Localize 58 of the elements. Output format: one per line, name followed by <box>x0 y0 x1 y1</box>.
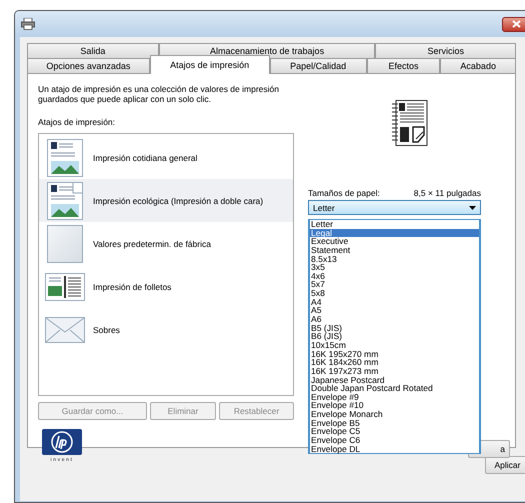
apply-button[interactable]: Aplicar <box>485 456 525 474</box>
dropdown-option[interactable]: Statement <box>310 246 479 255</box>
dropdown-option[interactable]: Double Japan Postcard Rotated <box>310 384 479 393</box>
dropdown-option[interactable]: B6 (JIS) <box>310 332 479 341</box>
tab[interactable]: Atajos de impresión <box>150 55 270 74</box>
dropdown-option[interactable]: 3x5 <box>310 263 479 272</box>
dropdown-option[interactable]: 5x7 <box>310 280 479 290</box>
dropdown-option[interactable]: 5x8 <box>310 289 479 298</box>
dropdown-option[interactable]: A4 <box>310 298 479 306</box>
dropdown-option[interactable]: Envelope #9 <box>310 392 479 402</box>
dropdown-option[interactable]: 16K 195x270 mm <box>310 350 479 358</box>
paper-size-dropdown[interactable]: Letter <box>308 200 481 215</box>
dropdown-option[interactable]: 16K 184x260 mm <box>310 358 479 367</box>
shortcut-item[interactable]: Impresión ecológica (Impresión a doble cara) <box>39 179 293 222</box>
dropdown-option[interactable]: Executive <box>310 237 479 246</box>
dropdown-option[interactable]: 10x15cm <box>310 340 479 350</box>
blank-page-icon <box>45 224 85 262</box>
dropdown-option[interactable]: Envelope #10 <box>310 401 479 410</box>
shortcut-item[interactable]: Valores predetermin. de fábrica <box>39 222 293 265</box>
dropdown-option[interactable]: Envelope Monarch <box>310 410 479 419</box>
dropdown-option[interactable]: A5 <box>310 306 479 316</box>
shortcut-item[interactable]: Sobres <box>39 308 293 351</box>
close-button[interactable] <box>502 16 525 32</box>
dropdown-option[interactable]: Envelope C5 <box>310 427 479 436</box>
dropdown-option[interactable]: Envelope B5 <box>310 418 479 428</box>
shortcut-label: Impresión cotidiana general <box>93 152 198 162</box>
paper-size-label: Tamaños de papel: <box>308 188 380 198</box>
shortcut-item[interactable]: Impresión de folletos <box>39 265 293 308</box>
tab[interactable]: Servicios <box>375 43 516 58</box>
dropdown-option[interactable]: Japanese Postcard <box>310 376 479 384</box>
shortcut-item[interactable]: Impresión cotidiana general <box>39 136 293 179</box>
tab[interactable]: Papel/Calidad <box>270 58 367 73</box>
dropdown-option[interactable]: B5 (JIS) <box>310 324 479 332</box>
envelope-icon <box>45 316 85 342</box>
document-icon <box>45 182 85 220</box>
tab[interactable]: Acabado <box>440 58 516 73</box>
description-text: Un atajo de impresión es una colección de valores de impresión guardados que puede aplicar con un solo clic. <box>38 84 280 104</box>
shortcuts-label: Atajos de impresión: <box>38 117 116 127</box>
dropdown-option[interactable]: 4x6 <box>310 272 479 280</box>
close-icon <box>512 20 520 28</box>
paper-dimensions: 8,5 × 11 pulgadas <box>414 188 481 198</box>
page-preview-icon <box>392 100 428 146</box>
printer-icon <box>21 18 35 30</box>
caret-icon <box>469 206 476 210</box>
tab[interactable]: Opciones avanzadas <box>27 58 150 73</box>
booklet-icon <box>45 272 85 300</box>
dropdown-option[interactable]: Legal <box>310 228 479 238</box>
shortcut-label: Impresión ecológica (Impresión a doble cara) <box>93 196 264 206</box>
tab[interactable]: Salida <box>27 43 159 58</box>
dropdown-option[interactable]: 16K 197x273 mm <box>310 366 479 376</box>
shortcut-label: Valores predetermin. de fábrica <box>93 238 211 248</box>
dropdown-option[interactable]: 8.5x13 <box>310 254 479 264</box>
document-icon <box>45 138 85 176</box>
tab[interactable]: Efectos <box>366 58 440 73</box>
shortcut-label: Impresión de folletos <box>93 282 172 292</box>
shortcut-label: Sobres <box>93 324 120 334</box>
dropdown-option[interactable]: Letter <box>310 220 479 229</box>
dropdown-option[interactable]: A6 <box>310 315 479 324</box>
